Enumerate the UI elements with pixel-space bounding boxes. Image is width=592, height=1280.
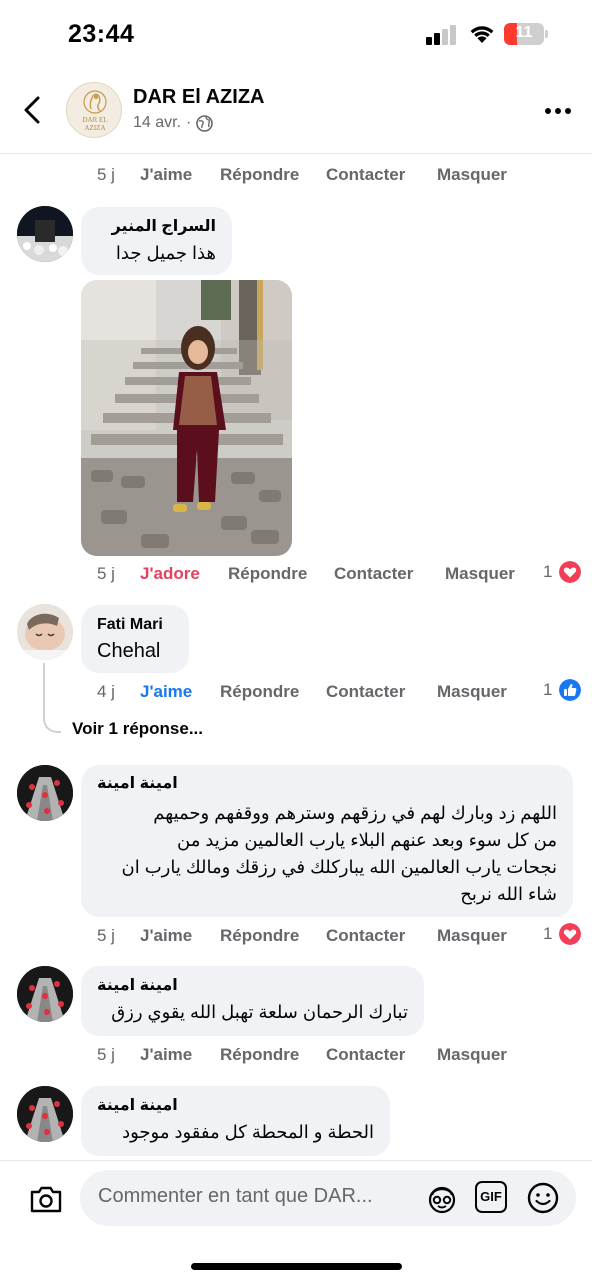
reply-button[interactable]: Répondre [220,926,299,946]
battery-level: 11 [515,24,533,41]
avatar-sticker-icon[interactable] [425,1181,459,1215]
comment-age: 5 j [97,165,115,184]
contact-button[interactable]: Contacter [326,926,405,946]
contact-button[interactable]: Contacter [334,564,413,584]
hide-button[interactable]: Masquer [437,682,507,702]
post-date: 14 avr. [133,114,182,131]
more-options-icon[interactable] [540,102,576,122]
view-replies-link[interactable]: Voir 1 réponse... [72,719,203,739]
comment-text: هذا جميل جدا [115,243,216,263]
comment-actions: 4 j J'aime Répondre Contacter Masquer [97,682,537,706]
camera-icon[interactable] [28,1183,64,1215]
gif-button[interactable]: GIF [475,1181,507,1213]
comment-line: من كل سوء وبعد عنهم البلاء يارب العالمين… [177,830,557,850]
reply-button[interactable]: Répondre [220,1045,299,1065]
comment-bubble[interactable]: امينة امينة تبارك الرحمان سلعة تهبل الله… [81,966,424,1036]
comment-composer: Commenter en tant que DAR... GIF [0,1160,592,1280]
emoji-icon[interactable] [526,1181,560,1215]
page-logo[interactable]: DAR EL AZIZA [66,82,122,138]
comment-author[interactable]: Fati Mari [97,615,173,635]
thumbs-up-icon [559,679,581,701]
like-button[interactable]: J'aime [140,1045,192,1065]
avatar[interactable] [17,765,73,821]
comment-author[interactable]: امينة امينة [97,1096,374,1116]
status-bar: 23:44 11 [0,0,592,70]
avatar[interactable] [17,966,73,1022]
page-name[interactable]: DAR El AZIZA [133,86,264,109]
like-reaction-button[interactable]: J'aime [140,682,192,702]
reply-button[interactable]: Répondre [220,682,299,702]
comments-feed[interactable]: 5 j J'aime Répondre Contacter Masquer ال… [0,155,592,1160]
comment-bubble[interactable]: Fati Mari Chehal [81,605,189,673]
reply-button[interactable]: Répondre [228,564,307,584]
comment-line: نجحات يارب العالمين الله يباركلك في رزقك… [121,857,558,877]
comment-bubble[interactable]: امينة امينة اللهم زد وبارك لهم في رزقهم … [81,765,573,917]
comment-author[interactable]: امينة امينة [97,976,408,996]
comment-author[interactable]: السراج المنير [97,217,216,237]
logo-lettering: DAR EL AZIZA [82,116,108,132]
comment-age: 5 j [97,1045,115,1064]
comment-text: تبارك الرحمان سلعة تهبل الله يقوي رزق [111,1002,408,1022]
heart-icon [559,923,581,945]
hide-button[interactable]: Masquer [445,564,515,584]
contact-button[interactable]: Contacter [326,165,405,185]
comment-line: شاء الله نربح [460,884,557,904]
comment-age: 5 j [97,564,115,583]
home-indicator [191,1263,402,1270]
avatar[interactable] [17,1086,73,1142]
back-arrow-icon[interactable] [18,90,50,130]
cellular-signal-icon [426,25,458,45]
reaction-count[interactable]: 1 [543,680,552,700]
comment-actions: 5 j J'aime Répondre Contacter Masquer [97,926,537,950]
reply-button[interactable]: Répondre [220,165,299,185]
reaction-count[interactable]: 1 [543,562,552,582]
avatar[interactable] [17,206,73,262]
comment-text: Chehal [97,640,161,662]
comment-actions: 5 j J'adore Répondre Contacter Masquer [97,564,537,588]
comment-bubble[interactable]: السراج المنير هذا جميل جدا [81,207,232,275]
hide-button[interactable]: Masquer [437,165,507,185]
hide-button[interactable]: Masquer [437,926,507,946]
battery-icon: 11 [504,23,548,45]
comment-placeholder: Commenter en tant que DAR... [98,1185,373,1207]
comment-input[interactable]: Commenter en tant que DAR... GIF [80,1170,576,1226]
comment-photo[interactable] [81,280,292,556]
contact-button[interactable]: Contacter [326,1045,405,1065]
love-reaction-button[interactable]: J'adore [140,564,200,584]
comment-age: 4 j [97,682,115,701]
comment-line: اللهم زد وبارك لهم في رزقهم وسترهم ووقفه… [153,803,557,823]
comment-text: الحطة و المحطة كل مفقود موجود [122,1122,374,1142]
comment-actions: 5 j J'aime Répondre Contacter Masquer [97,1045,537,1069]
comment-actions: 5 j J'aime Répondre Contacter Masquer [97,165,537,189]
post-meta: 14 avr. · [133,114,214,132]
globe-icon [196,114,214,132]
meta-separator: · [186,114,192,131]
contact-button[interactable]: Contacter [326,682,405,702]
post-header: DAR EL AZIZA DAR El AZIZA 14 avr. · [0,72,592,154]
comment-author[interactable]: امينة امينة [97,774,557,794]
comment-bubble[interactable]: امينة امينة الحطة و المحطة كل مفقود موجو… [81,1086,390,1156]
avatar[interactable] [17,604,73,660]
reply-thread-line [43,663,61,733]
status-time: 23:44 [68,20,135,48]
gif-label: GIF [480,1189,502,1204]
heart-icon [559,561,581,583]
like-button[interactable]: J'aime [140,926,192,946]
hide-button[interactable]: Masquer [437,1045,507,1065]
like-button[interactable]: J'aime [140,165,192,185]
comment-age: 5 j [97,926,115,945]
reaction-count[interactable]: 1 [543,924,552,944]
wifi-icon [470,26,494,43]
